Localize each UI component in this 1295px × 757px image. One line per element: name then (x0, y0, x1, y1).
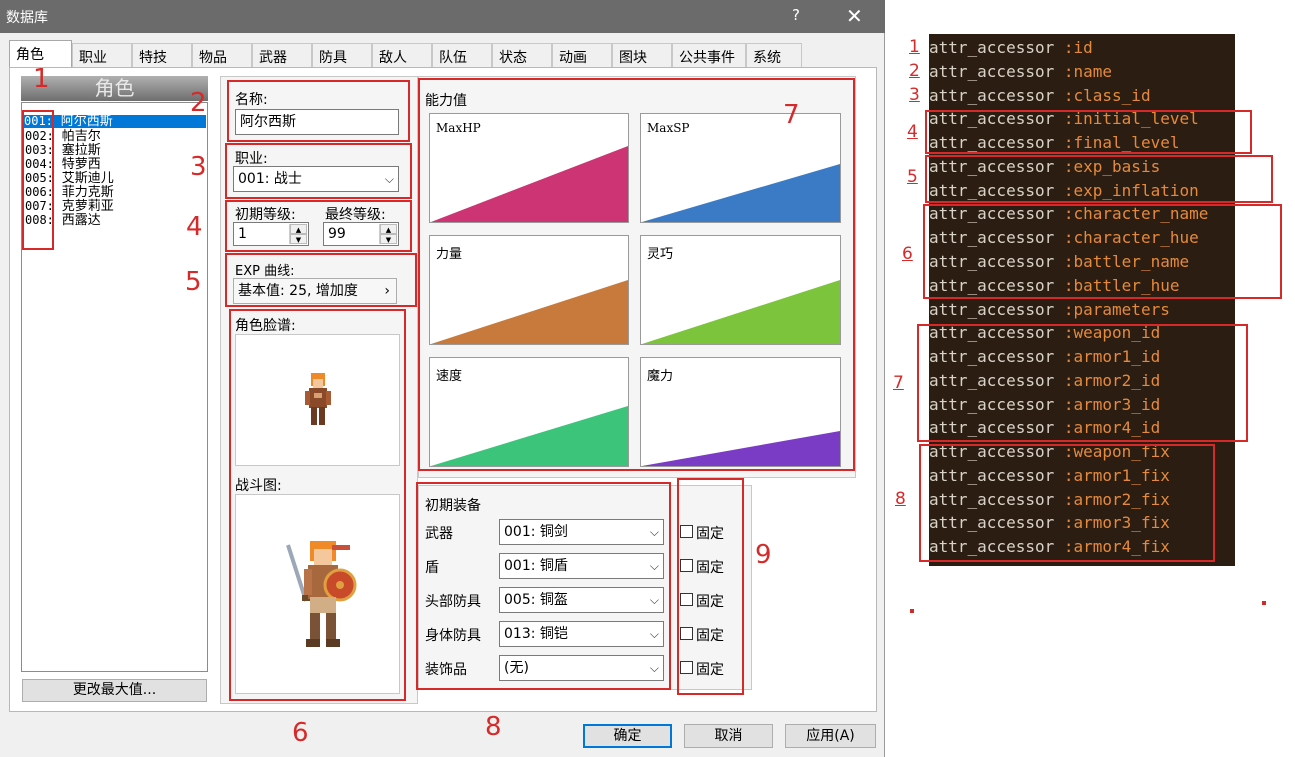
annotation-box-4 (225, 200, 412, 252)
help-icon[interactable]: ? (792, 6, 800, 24)
annotation-number-8: 8 (485, 712, 502, 742)
code-annotation-number-1: 1 (909, 37, 920, 57)
code-annotation-box-4 (925, 110, 1252, 154)
annotation-box-8 (416, 482, 671, 690)
close-icon[interactable]: ✕ (846, 4, 863, 28)
tab-armors[interactable]: 防具 (312, 43, 372, 68)
apply-button[interactable]: 应用(A) (785, 724, 876, 748)
tab-common-events[interactable]: 公共事件 (672, 43, 746, 68)
tab-skills[interactable]: 特技 (132, 43, 192, 68)
cancel-button[interactable]: 取消 (684, 724, 773, 748)
annotation-number-9: 9 (755, 540, 772, 570)
window-title: 数据库 (6, 10, 48, 26)
annotation-box-6 (229, 309, 406, 701)
code-annotation-number-6: 6 (902, 244, 913, 264)
tab-system[interactable]: 系统 (746, 43, 802, 68)
change-maximum-button[interactable]: 更改最大值... (22, 679, 207, 702)
tab-tilesets[interactable]: 图块 (612, 43, 672, 68)
tab-enemies[interactable]: 敌人 (372, 43, 432, 68)
code-annotation-number-2: 2 (909, 61, 920, 81)
code-annotation-number-3: 3 (909, 85, 920, 105)
ok-button[interactable]: 确定 (583, 724, 672, 748)
code-line: attr_accessor :parameters (929, 300, 1170, 319)
annotation-box-3 (225, 143, 412, 199)
tab-classes[interactable]: 职业 (72, 43, 132, 68)
code-annotation-number-7: 7 (893, 373, 904, 393)
annotation-box-1 (22, 110, 54, 250)
annotation-number-2: 2 (190, 88, 207, 118)
code-annotation-box-5 (925, 155, 1273, 203)
code-line: attr_accessor :class_id (929, 86, 1151, 105)
tab-states[interactable]: 状态 (492, 43, 552, 68)
code-annotation-number-4: 4 (907, 122, 918, 142)
tab-items[interactable]: 物品 (192, 43, 252, 68)
tab-animations[interactable]: 动画 (552, 43, 612, 68)
code-line: attr_accessor :id (929, 38, 1093, 57)
annotation-number-6: 6 (292, 718, 309, 748)
annotation-box-9 (677, 478, 744, 695)
title-bar: 数据库 ? ✕ (0, 0, 885, 33)
code-annotation-box-6 (923, 204, 1282, 299)
annotation-number-4: 4 (186, 212, 203, 242)
red-dot (1262, 601, 1266, 605)
tab-troops[interactable]: 队伍 (432, 43, 492, 68)
red-dot (910, 609, 914, 613)
annotation-number-3: 3 (190, 152, 207, 182)
annotation-number-5: 5 (185, 267, 202, 297)
code-annotation-box-7 (917, 324, 1248, 442)
annotation-number-1: 1 (33, 64, 50, 94)
tab-weapons[interactable]: 武器 (252, 43, 312, 68)
annotation-box-5 (225, 253, 417, 307)
annotation-box-7 (418, 78, 855, 471)
annotation-box-2 (227, 80, 410, 142)
code-annotation-number-8: 8 (895, 489, 906, 509)
code-annotation-number-5: 5 (907, 167, 918, 187)
code-line: attr_accessor :name (929, 62, 1113, 81)
code-annotation-box-8 (919, 444, 1215, 562)
annotation-number-7: 7 (783, 100, 800, 130)
